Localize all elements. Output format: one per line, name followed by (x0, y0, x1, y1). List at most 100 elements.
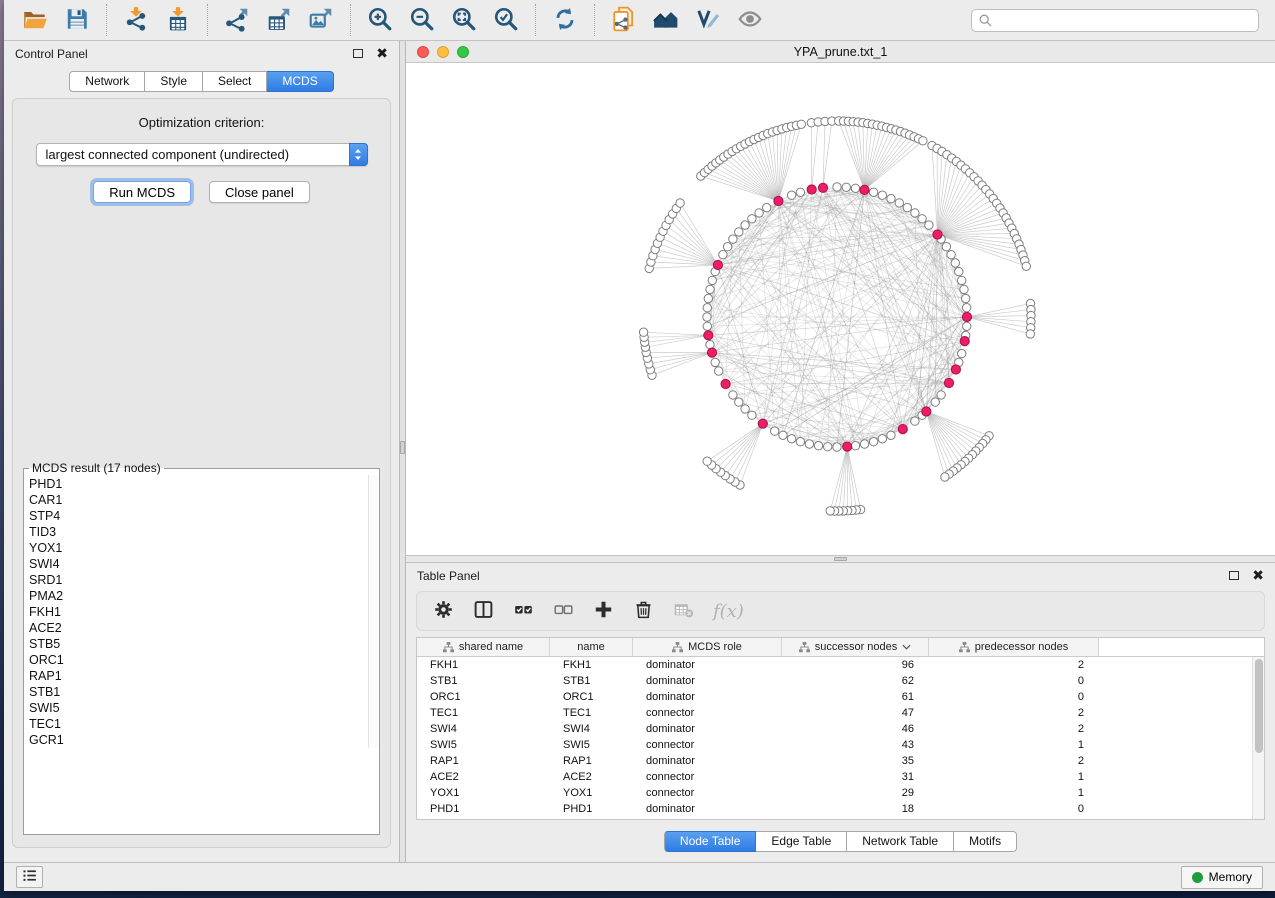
network-node[interactable] (955, 267, 963, 275)
table-row[interactable]: YOX1YOX1connector291 (417, 785, 1264, 801)
mcds-result-item[interactable]: ACE2 (29, 620, 368, 636)
zoom-in-button[interactable] (359, 3, 401, 37)
mcds-hub-node[interactable] (933, 230, 942, 239)
network-node[interactable] (887, 431, 895, 439)
network-node[interactable] (963, 322, 971, 330)
table-scrollbar[interactable] (1252, 657, 1264, 819)
network-node[interactable] (895, 199, 903, 207)
mcds-result-item[interactable]: STP4 (29, 508, 368, 524)
mcds-hub-node[interactable] (960, 337, 969, 346)
network-node[interactable] (931, 398, 939, 406)
network-node[interactable] (723, 243, 731, 251)
network-node[interactable] (729, 391, 737, 399)
import-network-button[interactable] (115, 3, 157, 37)
mcds-result-item[interactable]: TEC1 (29, 716, 368, 732)
network-node[interactable] (925, 221, 933, 229)
table-row[interactable]: RAP1RAP1dominator352 (417, 753, 1264, 769)
mcds-result-item[interactable]: ORC1 (29, 652, 368, 668)
tab-node-table[interactable]: Node Table (664, 831, 757, 852)
import-table-button[interactable] (157, 3, 199, 37)
network-node[interactable] (704, 294, 712, 302)
network-node[interactable] (951, 259, 959, 267)
table-row[interactable]: FKH1FKH1dominator962 (417, 657, 1264, 673)
minimize-window-icon[interactable] (437, 46, 449, 58)
close-panel-icon[interactable]: ✖ (1252, 571, 1264, 581)
network-node[interactable] (887, 195, 895, 203)
leaf-node[interactable] (1022, 262, 1030, 270)
tab-select[interactable]: Select (203, 71, 267, 92)
network-node[interactable] (942, 243, 950, 251)
network-node[interactable] (715, 367, 723, 375)
leaf-node[interactable] (703, 457, 711, 465)
scrollbar-thumb[interactable] (1255, 659, 1263, 753)
export-image-button[interactable] (300, 3, 342, 37)
network-node[interactable] (748, 215, 756, 223)
mcds-result-item[interactable]: RAP1 (29, 668, 368, 684)
close-window-icon[interactable] (417, 46, 429, 58)
network-node[interactable] (860, 440, 868, 448)
network-node[interactable] (741, 221, 749, 229)
network-node[interactable] (748, 411, 756, 419)
network-node[interactable] (918, 215, 926, 223)
network-node[interactable] (958, 349, 966, 357)
table-row[interactable]: SWI5SWI5connector431 (417, 737, 1264, 753)
export-table-button[interactable] (258, 3, 300, 37)
network-node[interactable] (735, 228, 743, 236)
network-canvas[interactable] (406, 63, 1275, 555)
close-panel-icon[interactable]: ✖ (376, 49, 388, 59)
search-input[interactable] (971, 9, 1259, 32)
network-view[interactable] (406, 63, 1275, 555)
table-row[interactable]: ORC1ORC1dominator610 (417, 689, 1264, 705)
network-node[interactable] (708, 276, 716, 284)
refresh-button[interactable] (544, 3, 586, 37)
mcds-list-scrollbar[interactable] (368, 475, 379, 748)
mcds-result-item[interactable]: STB5 (29, 636, 368, 652)
network-node[interactable] (911, 417, 919, 425)
network-node[interactable] (796, 438, 804, 446)
network-node[interactable] (851, 442, 859, 450)
tab-edge-table[interactable]: Edge Table (756, 831, 847, 852)
column-header-MCDS-role[interactable]: MCDS role (633, 638, 782, 656)
float-panel-icon[interactable] (1229, 571, 1239, 580)
mcds-hub-node[interactable] (898, 425, 907, 434)
network-node[interactable] (703, 322, 711, 330)
mcds-result-item[interactable]: SWI5 (29, 700, 368, 716)
network-node[interactable] (958, 276, 966, 284)
network-node[interactable] (851, 184, 859, 192)
leaf-node[interactable] (919, 137, 927, 145)
column-header-successor-nodes[interactable]: successor nodes (782, 638, 929, 656)
network-node[interactable] (787, 435, 795, 443)
leaf-node[interactable] (797, 120, 805, 128)
mcds-hub-node[interactable] (758, 419, 767, 428)
split-panel-button[interactable] (473, 599, 494, 623)
network-node[interactable] (703, 313, 711, 321)
mcds-hub-node[interactable] (704, 331, 713, 340)
zoom-out-button[interactable] (401, 3, 443, 37)
network-node[interactable] (735, 398, 743, 406)
leaf-node[interactable] (676, 199, 684, 207)
add-row-button[interactable] (593, 599, 614, 623)
network-node[interactable] (937, 391, 945, 399)
network-node[interactable] (963, 304, 971, 312)
network-node[interactable] (787, 191, 795, 199)
column-header-name[interactable]: name (550, 638, 633, 656)
tab-motifs[interactable]: Motifs (954, 831, 1017, 852)
table-row[interactable]: STB1STB1dominator620 (417, 673, 1264, 689)
network-node[interactable] (947, 251, 955, 259)
optimization-criterion-select[interactable]: largest connected component (undirected) (36, 143, 368, 166)
mcds-hub-node[interactable] (774, 196, 783, 205)
houses-button[interactable] (645, 3, 687, 37)
mcds-hub-node[interactable] (807, 185, 816, 194)
mcds-hub-node[interactable] (721, 379, 730, 388)
column-header-predecessor-nodes[interactable]: predecessor nodes (929, 638, 1099, 656)
network-node[interactable] (706, 285, 714, 293)
mcds-result-item[interactable]: PMA2 (29, 588, 368, 604)
table-row[interactable]: TEC1TEC1connector472 (417, 705, 1264, 721)
mcds-hub-node[interactable] (962, 312, 971, 321)
mcds-result-item[interactable]: PHD1 (29, 476, 368, 492)
network-node[interactable] (869, 188, 877, 196)
mcds-result-item[interactable]: TID3 (29, 524, 368, 540)
network-node[interactable] (833, 443, 841, 451)
export-network-button[interactable] (216, 3, 258, 37)
network-node[interactable] (878, 191, 886, 199)
